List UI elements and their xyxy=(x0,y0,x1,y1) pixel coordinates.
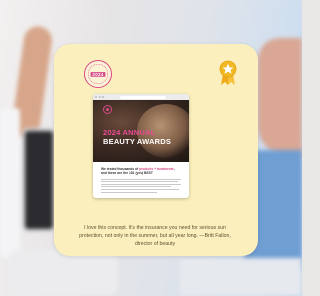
text-line xyxy=(101,188,180,190)
text-line xyxy=(101,183,181,185)
window-dot-icon xyxy=(95,96,97,98)
article-body: We tested thousands of products + treatm… xyxy=(93,162,189,193)
mirror-device xyxy=(0,108,20,258)
text-line xyxy=(101,181,178,183)
awards-logo-icon xyxy=(103,105,112,114)
seal-year: 2024 xyxy=(92,71,104,77)
window-dot-icon xyxy=(102,96,104,98)
hero-image: 2024 ANNUAL BEAUTY AWARDS xyxy=(93,100,189,162)
shelf xyxy=(180,258,302,296)
text-line xyxy=(101,178,181,180)
model-face xyxy=(258,38,302,156)
hero-title-line1: 2024 ANNUAL xyxy=(103,128,156,137)
beauty-device xyxy=(22,128,56,232)
hero-title-line2: BEAUTY AWARDS xyxy=(103,137,172,146)
article-lead: We tested thousands of products + treatm… xyxy=(101,167,181,176)
text-line xyxy=(101,186,172,188)
gold-medal-icon xyxy=(219,60,237,85)
article-text-lines xyxy=(101,178,181,193)
device-stand xyxy=(8,250,118,296)
testimonial-quote: I love this concept. It's the insurance … xyxy=(79,225,231,247)
award-seal-badge: 2024 xyxy=(84,60,112,88)
text-line xyxy=(101,191,157,193)
website-screenshot: 2024 ANNUAL BEAUTY AWARDS We tested thou… xyxy=(93,94,189,198)
address-bar xyxy=(119,95,166,99)
window-dot-icon xyxy=(98,96,101,98)
